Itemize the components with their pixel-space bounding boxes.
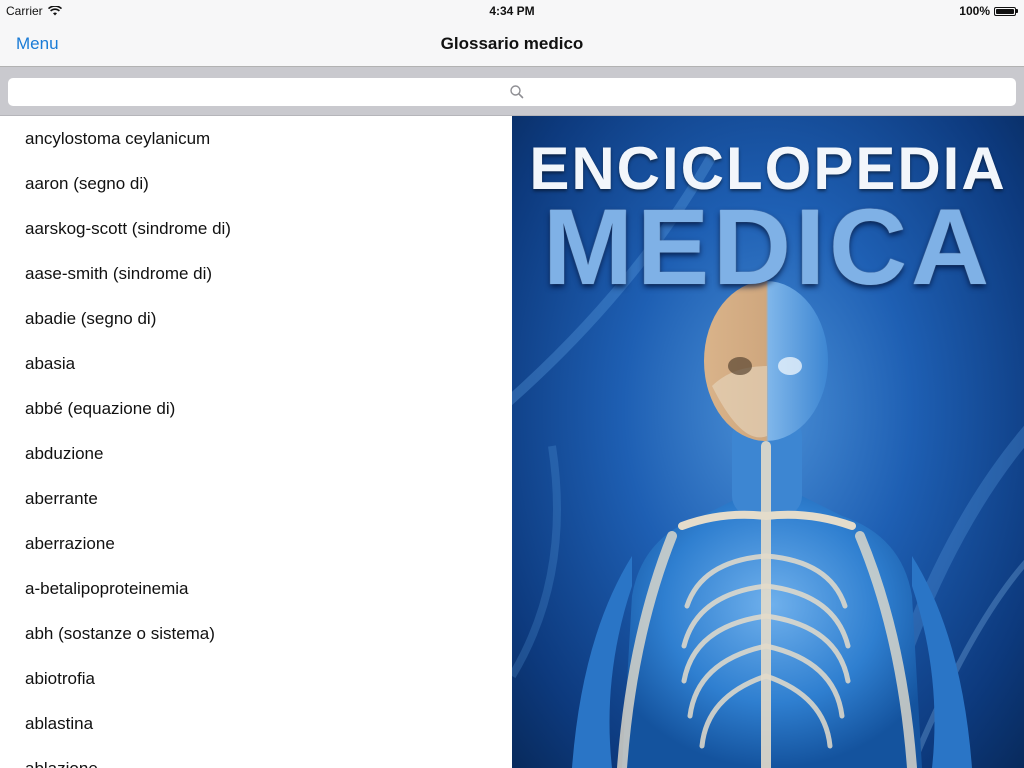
list-item[interactable]: ablastina — [0, 701, 512, 746]
page-title: Glossario medico — [440, 34, 584, 53]
navigation-bar: Menu Glossario medico — [0, 22, 1024, 67]
list-item[interactable]: abh (sostanze o sistema) — [0, 611, 512, 656]
battery-percent: 100% — [959, 4, 990, 18]
status-time: 4:34 PM — [489, 4, 535, 18]
list-item[interactable]: ablazione — [0, 746, 512, 768]
list-item[interactable]: aarskog-scott (sindrome di) — [0, 206, 512, 251]
status-bar: Carrier 4:34 PM 100% — [0, 0, 1024, 22]
search-field-container[interactable] — [8, 78, 1016, 106]
list-item[interactable]: aase-smith (sindrome di) — [0, 251, 512, 296]
list-item[interactable]: aberrante — [0, 476, 512, 521]
list-item[interactable]: abiotrofia — [0, 656, 512, 701]
list-item[interactable]: abduzione — [0, 431, 512, 476]
search-bar — [0, 67, 1024, 116]
list-item[interactable]: abasia — [0, 341, 512, 386]
list-item[interactable]: aaron (segno di) — [0, 161, 512, 206]
cover-title-line2: MEDICA — [543, 186, 993, 307]
list-item[interactable]: abadie (segno di) — [0, 296, 512, 341]
list-item[interactable]: abbé (equazione di) — [0, 386, 512, 431]
search-input[interactable] — [8, 78, 1016, 106]
list-item[interactable]: ancylostoma ceylanicum — [0, 116, 512, 161]
cover-image: ENCICLOPEDIA MEDICA — [512, 116, 1024, 768]
battery-icon — [994, 6, 1018, 16]
glossary-list[interactable]: ancylostoma ceylanicum aaron (segno di) … — [0, 116, 512, 768]
list-item[interactable]: aberrazione — [0, 521, 512, 566]
battery-indicator: 100% — [959, 4, 1018, 18]
list-item[interactable]: a-betalipoproteinemia — [0, 566, 512, 611]
